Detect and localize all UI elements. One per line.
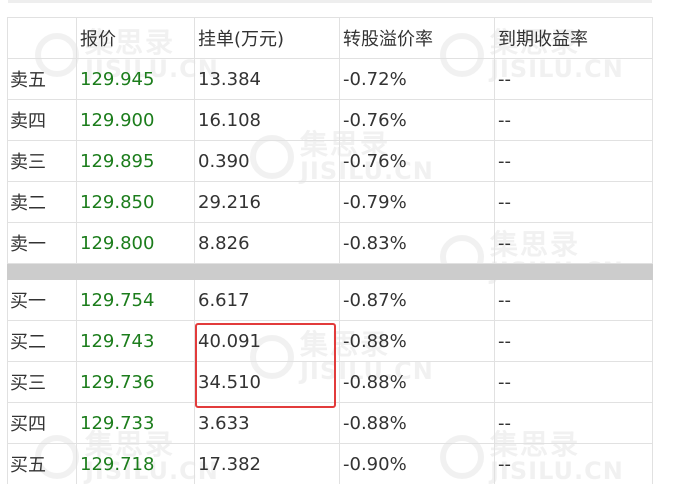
volume-cell: 13.384 xyxy=(194,58,340,100)
premium-cell: -0.90% xyxy=(339,443,495,484)
ytm-cell: -- xyxy=(494,361,653,403)
row-label: 买一 xyxy=(7,279,77,321)
volume-cell: 16.108 xyxy=(194,99,340,141)
ytm-cell: -- xyxy=(494,181,653,223)
premium-cell: -0.88% xyxy=(339,402,495,444)
ytm-cell: -- xyxy=(494,140,653,182)
premium-cell: -0.76% xyxy=(339,99,495,141)
ytm-cell: -- xyxy=(494,99,653,141)
ytm-cell: -- xyxy=(494,222,653,264)
volume-cell: 6.617 xyxy=(194,279,340,321)
price-cell: 129.945 xyxy=(76,58,195,100)
header-premium: 转股溢价率 xyxy=(339,17,495,59)
table-row-ask-3: 卖三 129.895 0.390 -0.76% -- xyxy=(7,140,653,182)
price-cell: 129.800 xyxy=(76,222,195,264)
ytm-cell: -- xyxy=(494,279,653,321)
order-book-table: 报价 挂单(万元) 转股溢价率 到期收益率 卖五 129.945 13.384 … xyxy=(7,17,653,484)
volume-cell: 17.382 xyxy=(194,443,340,484)
order-book-panel: 集思录 JISILU.CN 集思录 JISILU.CN 集思录 JISILU.CN 集… xyxy=(0,0,698,484)
ytm-cell: -- xyxy=(494,402,653,444)
price-cell: 129.900 xyxy=(76,99,195,141)
premium-cell: -0.88% xyxy=(339,320,495,362)
header-volume: 挂单(万元) xyxy=(194,17,340,59)
volume-cell: 40.091 xyxy=(194,320,340,362)
ytm-cell: -- xyxy=(494,58,653,100)
row-label: 卖二 xyxy=(7,181,77,223)
table-row-bid-3: 买三 129.736 34.510 -0.88% -- xyxy=(7,361,653,403)
row-label: 卖一 xyxy=(7,222,77,264)
premium-cell: -0.88% xyxy=(339,361,495,403)
separator-bar xyxy=(7,263,653,280)
price-cell: 129.733 xyxy=(76,402,195,444)
volume-cell: 3.633 xyxy=(194,402,340,444)
ytm-cell: -- xyxy=(494,320,653,362)
premium-cell: -0.76% xyxy=(339,140,495,182)
table-row-bid-1: 买一 129.754 6.617 -0.87% -- xyxy=(7,279,653,321)
bid-ask-separator xyxy=(7,263,653,280)
volume-cell: 8.826 xyxy=(194,222,340,264)
table-row-bid-4: 买四 129.733 3.633 -0.88% -- xyxy=(7,402,653,444)
row-label: 买四 xyxy=(7,402,77,444)
volume-cell: 34.510 xyxy=(194,361,340,403)
header-ytm: 到期收益率 xyxy=(494,17,653,59)
row-label: 买二 xyxy=(7,320,77,362)
table-row-ask-1: 卖一 129.800 8.826 -0.83% -- xyxy=(7,222,653,264)
ytm-cell: -- xyxy=(494,443,653,484)
price-cell: 129.743 xyxy=(76,320,195,362)
premium-cell: -0.72% xyxy=(339,58,495,100)
header-row: 报价 挂单(万元) 转股溢价率 到期收益率 xyxy=(7,17,653,59)
price-cell: 129.895 xyxy=(76,140,195,182)
table-row-ask-4: 卖四 129.900 16.108 -0.76% -- xyxy=(7,99,653,141)
price-cell: 129.718 xyxy=(76,443,195,484)
volume-cell: 0.390 xyxy=(194,140,340,182)
premium-cell: -0.79% xyxy=(339,181,495,223)
premium-cell: -0.87% xyxy=(339,279,495,321)
table-row-ask-5: 卖五 129.945 13.384 -0.72% -- xyxy=(7,58,653,100)
row-label: 卖三 xyxy=(7,140,77,182)
row-label: 卖五 xyxy=(7,58,77,100)
row-label: 买五 xyxy=(7,443,77,484)
table-row-bid-5: 买五 129.718 17.382 -0.90% -- xyxy=(7,443,653,484)
table-row-ask-2: 卖二 129.850 29.216 -0.79% -- xyxy=(7,181,653,223)
premium-cell: -0.83% xyxy=(339,222,495,264)
row-label: 卖四 xyxy=(7,99,77,141)
row-label: 买三 xyxy=(7,361,77,403)
header-label xyxy=(7,17,77,59)
header-price: 报价 xyxy=(76,17,195,59)
top-divider xyxy=(8,0,652,3)
price-cell: 129.754 xyxy=(76,279,195,321)
price-cell: 129.736 xyxy=(76,361,195,403)
volume-cell: 29.216 xyxy=(194,181,340,223)
price-cell: 129.850 xyxy=(76,181,195,223)
table-row-bid-2: 买二 129.743 40.091 -0.88% -- xyxy=(7,320,653,362)
